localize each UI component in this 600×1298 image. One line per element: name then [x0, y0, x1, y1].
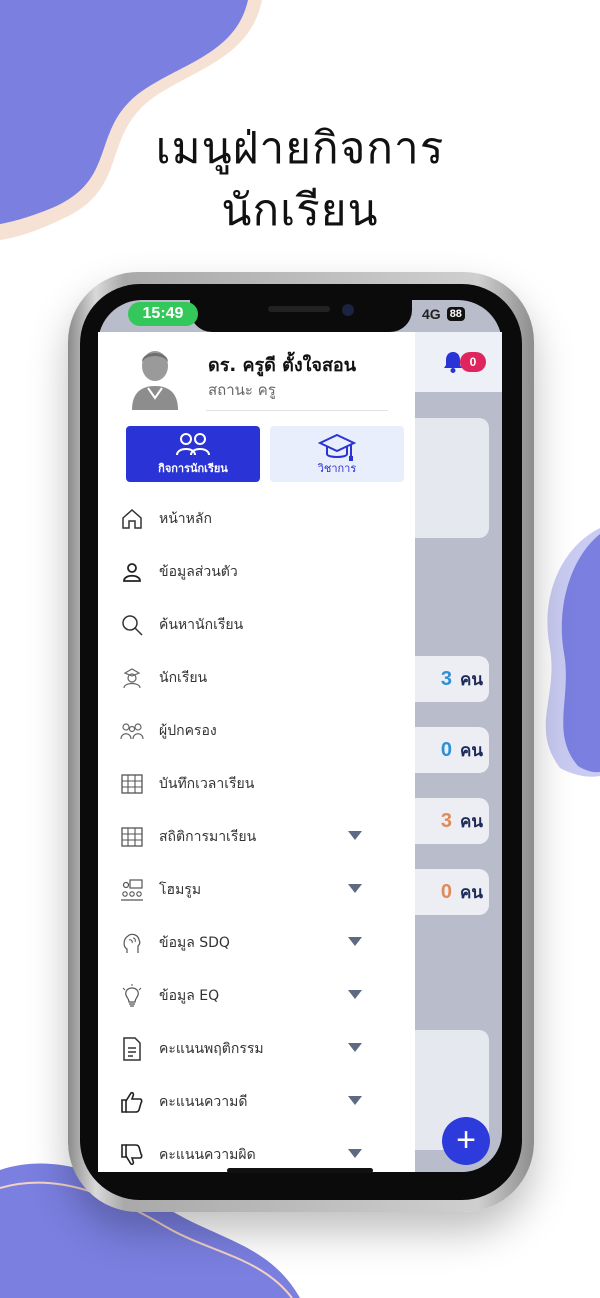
- stat-value: 0: [440, 880, 452, 903]
- navigation-drawer: ดร. ครูดี ตั้งใจสอน สถานะ ครู กิจการนักเ…: [98, 332, 415, 1172]
- menu-item-sdq[interactable]: ข้อมูล SDQ: [120, 923, 370, 963]
- notification-badge: 0: [460, 352, 486, 372]
- dashboard-card: [415, 418, 489, 538]
- menu-label: โฮมรูม: [159, 882, 202, 898]
- students-icon: [176, 433, 210, 456]
- chevron-down-icon[interactable]: [348, 884, 362, 893]
- menu-item-home[interactable]: หน้าหลัก: [120, 499, 370, 539]
- battery-indicator: 88: [446, 307, 465, 321]
- home-icon: [120, 507, 144, 531]
- headline-line-2: นักเรียน: [221, 185, 379, 236]
- stat-unit: คน: [460, 669, 483, 689]
- speaker: [268, 306, 330, 312]
- stat-unit: คน: [460, 882, 483, 902]
- menu-item-attendance-stats[interactable]: สถิติการมาเรียน: [120, 817, 370, 857]
- document-icon: [120, 1037, 144, 1061]
- search-icon: [120, 613, 144, 637]
- menu-item-eq[interactable]: ข้อมูล EQ: [120, 976, 370, 1016]
- menu-item-attendance-record[interactable]: บันทึกเวลาเรียน: [120, 764, 370, 804]
- menu-label: บันทึกเวลาเรียน: [159, 776, 255, 792]
- profile-divider: [206, 410, 388, 411]
- profile-name: ดร. ครูดี ตั้งใจสอน: [208, 355, 357, 376]
- chevron-down-icon[interactable]: [348, 990, 362, 999]
- menu-label: หน้าหลัก: [159, 511, 212, 527]
- student-icon: [120, 666, 144, 690]
- thumbs-down-icon: [120, 1143, 144, 1167]
- menu-item-homeroom[interactable]: โฮมรูม: [120, 870, 370, 910]
- menu-label: นักเรียน: [159, 670, 208, 686]
- add-button[interactable]: +: [442, 1117, 490, 1165]
- stat-value: 3: [440, 667, 452, 690]
- chevron-down-icon[interactable]: [348, 1043, 362, 1052]
- menu-label: ข้อมูล SDQ: [159, 935, 230, 951]
- menu-label: ผู้ปกครอง: [159, 723, 217, 739]
- chevron-down-icon[interactable]: [348, 831, 362, 840]
- avatar: [130, 344, 180, 410]
- table-icon: [120, 825, 144, 849]
- tab-student-affairs[interactable]: กิจการนักเรียน: [126, 426, 260, 482]
- menu-item-bad-score[interactable]: คะแนนความผิด: [120, 1135, 370, 1172]
- home-indicator[interactable]: [227, 1168, 373, 1173]
- menu-label: คะแนนความดี: [159, 1094, 248, 1110]
- chevron-down-icon[interactable]: [348, 1149, 362, 1158]
- tab-label: กิจการนักเรียน: [158, 462, 228, 475]
- menu-item-behavior-score[interactable]: คะแนนพฤติกรรม: [120, 1029, 370, 1069]
- menu-label: คะแนนความผิด: [159, 1147, 256, 1163]
- stat-card[interactable]: 0 คน: [415, 869, 489, 915]
- network-indicator: 4G: [422, 306, 441, 322]
- menu-label: ค้นหานักเรียน: [159, 617, 244, 633]
- table-icon: [120, 772, 144, 796]
- status-indicators: 4G 88: [422, 306, 465, 322]
- status-time: 15:49: [128, 302, 198, 326]
- menu-item-students[interactable]: นักเรียน: [120, 658, 370, 698]
- menu-label: สถิติการมาเรียน: [159, 829, 257, 845]
- camera: [342, 304, 354, 316]
- person-icon: [120, 560, 144, 584]
- stat-unit: คน: [460, 740, 483, 760]
- plus-icon: +: [456, 1121, 476, 1159]
- headline-line-1: เมนูฝ่ายกิจการ: [155, 123, 445, 174]
- stat-card[interactable]: 3 คน: [415, 656, 489, 702]
- menu-item-profile[interactable]: ข้อมูลส่วนตัว: [120, 552, 370, 592]
- lightbulb-icon: [120, 984, 144, 1008]
- chevron-down-icon[interactable]: [348, 937, 362, 946]
- stat-unit: คน: [460, 811, 483, 831]
- stat-card[interactable]: 0 คน: [415, 727, 489, 773]
- homeroom-icon: [120, 878, 144, 902]
- menu-item-search-student[interactable]: ค้นหานักเรียน: [120, 605, 370, 645]
- stat-value: 0: [440, 738, 452, 761]
- menu-item-parents[interactable]: ผู้ปกครอง: [120, 711, 370, 751]
- profile-role: สถานะ ครู: [208, 381, 276, 399]
- chevron-down-icon[interactable]: [348, 1096, 362, 1105]
- thumbs-up-icon: [120, 1090, 144, 1114]
- menu-label: ข้อมูลส่วนตัว: [159, 564, 238, 580]
- stat-value: 3: [440, 809, 452, 832]
- menu-item-good-score[interactable]: คะแนนความดี: [120, 1082, 370, 1122]
- promo-headline: เมนูฝ่ายกิจการ นักเรียน: [0, 118, 600, 242]
- profile-header[interactable]: ดร. ครูดี ตั้งใจสอน สถานะ ครู: [130, 344, 390, 412]
- phone-notch: [190, 300, 412, 332]
- menu-label: คะแนนพฤติกรรม: [159, 1041, 264, 1057]
- notification-button[interactable]: 0: [442, 350, 486, 374]
- parents-icon: [120, 719, 144, 743]
- stat-card[interactable]: 3 คน: [415, 798, 489, 844]
- tab-academic[interactable]: วิชาการ: [270, 426, 404, 482]
- brain-icon: [120, 931, 144, 955]
- tab-label: วิชาการ: [317, 462, 357, 475]
- menu-label: ข้อมูล EQ: [159, 988, 220, 1004]
